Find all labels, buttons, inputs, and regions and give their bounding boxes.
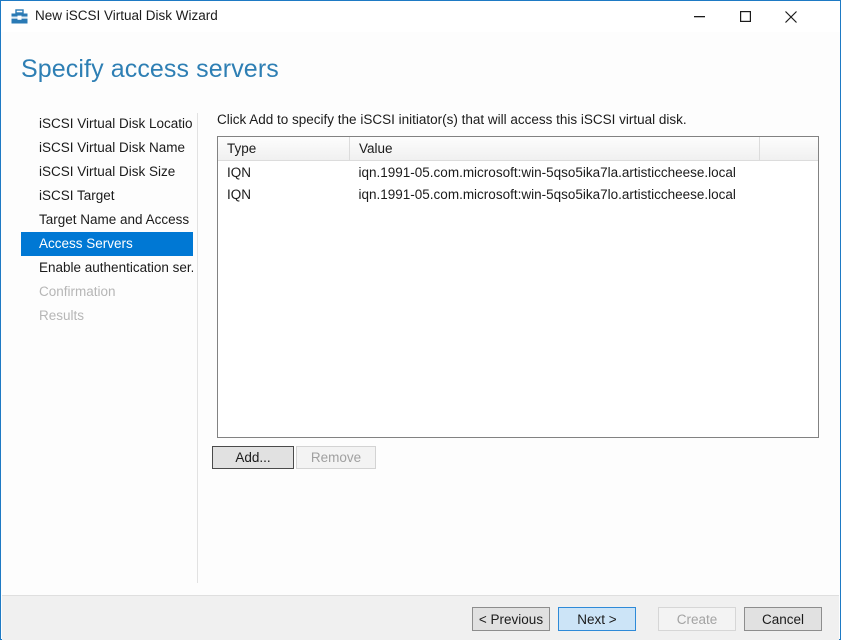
create-button: Create — [658, 607, 736, 631]
access-servers-table: Type Value IQN iqn.1991-05.com.microsoft… — [218, 137, 818, 205]
remove-button: Remove — [296, 446, 376, 469]
cell-type: IQN — [218, 161, 350, 184]
wizard-window: New iSCSI Virtual Disk Wizard Specify ac… — [0, 0, 841, 640]
table-row[interactable]: IQN iqn.1991-05.com.microsoft:win-5qso5i… — [218, 183, 818, 205]
nav-item-target-name-and-access[interactable]: Target Name and Access — [21, 208, 193, 232]
wizard-toolbox-icon — [11, 9, 28, 25]
column-header-value[interactable]: Value — [350, 137, 760, 161]
nav-item-iscsi-virtual-disk-name[interactable]: iSCSI Virtual Disk Name — [21, 136, 193, 160]
access-servers-list[interactable]: Type Value IQN iqn.1991-05.com.microsoft… — [217, 136, 819, 438]
table-row[interactable]: IQN iqn.1991-05.com.microsoft:win-5qso5i… — [218, 161, 818, 184]
wizard-footer: < Previous Next > Create Cancel — [2, 595, 839, 640]
add-button[interactable]: Add... — [212, 446, 294, 469]
cell-value: iqn.1991-05.com.microsoft:win-5qso5ika7l… — [350, 183, 819, 205]
maximize-button[interactable] — [722, 1, 768, 32]
page-title: Specify access servers — [21, 55, 279, 84]
nav-item-iscsi-virtual-disk-location[interactable]: iSCSI Virtual Disk Location — [21, 112, 193, 136]
wizard-step-nav: iSCSI Virtual Disk Location iSCSI Virtua… — [21, 112, 193, 328]
nav-item-access-servers[interactable]: Access Servers — [21, 232, 193, 256]
cell-value: iqn.1991-05.com.microsoft:win-5qso5ika7l… — [350, 161, 819, 184]
nav-item-enable-authentication-service[interactable]: Enable authentication ser... — [21, 256, 193, 280]
nav-item-results: Results — [21, 304, 193, 328]
minimize-button[interactable] — [676, 1, 722, 32]
nav-content-divider — [197, 113, 198, 583]
cancel-button[interactable]: Cancel — [744, 607, 822, 631]
cell-type: IQN — [218, 183, 350, 205]
title-bar: New iSCSI Virtual Disk Wizard — [1, 1, 840, 32]
nav-item-confirmation: Confirmation — [21, 280, 193, 304]
column-header-type[interactable]: Type — [218, 137, 350, 161]
window-title: New iSCSI Virtual Disk Wizard — [35, 8, 218, 23]
nav-item-iscsi-virtual-disk-size[interactable]: iSCSI Virtual Disk Size — [21, 160, 193, 184]
previous-button[interactable]: < Previous — [472, 607, 550, 631]
close-button[interactable] — [768, 1, 814, 32]
nav-item-iscsi-target[interactable]: iSCSI Target — [21, 184, 193, 208]
table-header-row: Type Value — [218, 137, 818, 161]
instruction-text: Click Add to specify the iSCSI initiator… — [217, 112, 687, 127]
column-header-blank[interactable] — [760, 137, 819, 161]
next-button[interactable]: Next > — [558, 607, 636, 631]
